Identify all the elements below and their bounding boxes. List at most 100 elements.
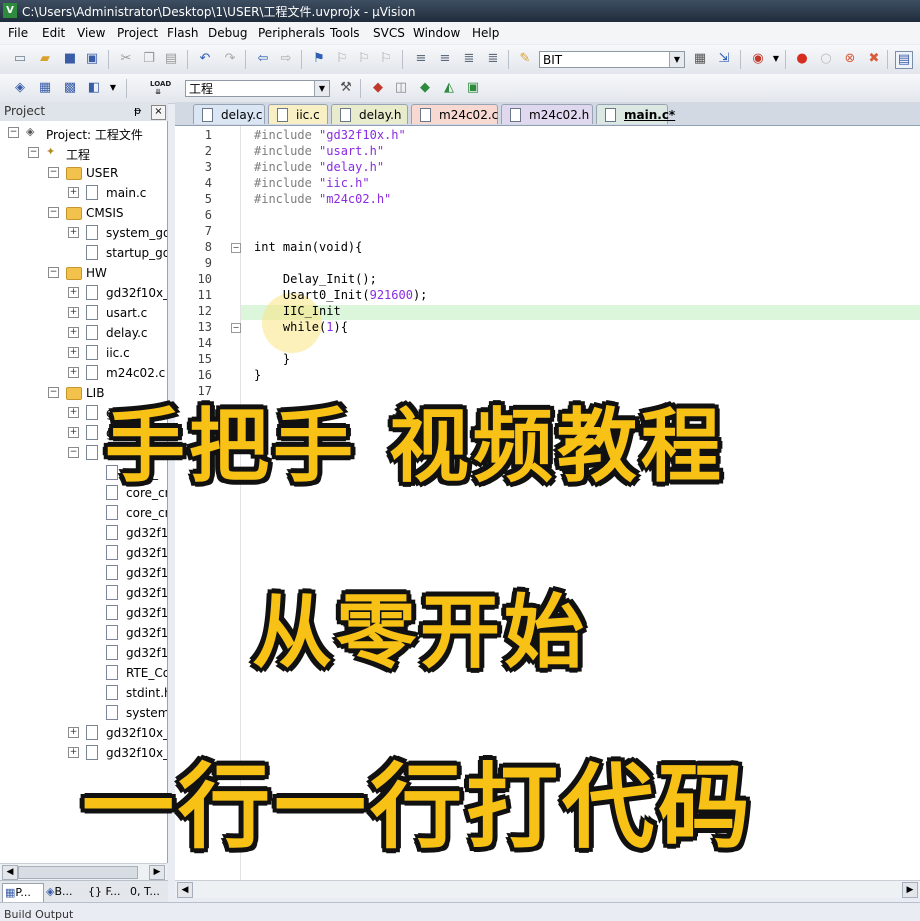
chevron-down-icon[interactable]: ▼ [669, 52, 684, 67]
editor-tab[interactable]: main.c* [596, 104, 675, 124]
expand-icon[interactable]: + [68, 727, 79, 738]
tree-item[interactable]: + gd32f10x_it [0, 283, 167, 303]
menu-svcs[interactable]: SVCS [373, 26, 405, 40]
rebuild-icon[interactable]: ▩ [62, 80, 78, 96]
redo-icon[interactable]: ↷ [222, 51, 238, 67]
tree-item[interactable]: startup_gd3 [0, 243, 167, 263]
chevron-down-icon[interactable]: ▼ [314, 81, 329, 96]
translate-icon[interactable]: ◈ [12, 80, 28, 96]
tree-item[interactable]: + delay.c [0, 323, 167, 343]
expand-icon[interactable]: + [68, 427, 79, 438]
expand-icon[interactable]: + [68, 307, 79, 318]
scroll-right-icon[interactable]: ▶ [149, 865, 165, 880]
close-icon[interactable]: × [151, 105, 166, 120]
disable-breakpoint-icon[interactable]: ○ [818, 51, 834, 67]
editor-tab[interactable]: delay.c [193, 104, 265, 124]
select-packs-icon[interactable]: ◭ [441, 80, 457, 96]
file-extensions-icon[interactable]: ◫ [393, 80, 409, 96]
bookmark-icon[interactable]: ⚑ [311, 51, 327, 67]
incremental-find-icon[interactable]: ⇲ [716, 51, 732, 67]
tree-item[interactable]: − ◈ Project: 工程文件 [0, 123, 167, 143]
pack-installer-icon[interactable]: ◆ [417, 80, 433, 96]
tree-item[interactable]: + system_gd3 [0, 223, 167, 243]
chevron-down-icon[interactable]: ▼ [105, 80, 121, 96]
menu-project[interactable]: Project [117, 26, 158, 40]
chevron-down-icon[interactable]: ▼ [768, 51, 784, 67]
editor-hscrollbar[interactable]: ◀ ▶ [175, 880, 920, 898]
menu-window[interactable]: Window [413, 26, 460, 40]
menu-file[interactable]: File [8, 26, 28, 40]
menu-peripherals[interactable]: Peripherals [258, 26, 325, 40]
pin-icon[interactable]: ᵽ [134, 104, 141, 117]
tree-item[interactable]: gd32f10 [0, 643, 167, 663]
tree-item[interactable]: gd32f10 [0, 603, 167, 623]
expand-icon[interactable]: + [68, 327, 79, 338]
save-icon[interactable]: ■ [62, 51, 78, 67]
download-load-icon[interactable]: LOAD ⇊ [150, 80, 171, 96]
collapse-icon[interactable]: − [48, 267, 59, 278]
tree-item[interactable]: + m24c02.c [0, 363, 167, 383]
collapse-icon[interactable]: − [28, 147, 39, 158]
tab-functions[interactable]: {} F... [86, 883, 128, 901]
menu-debug[interactable]: Debug [208, 26, 247, 40]
expand-icon[interactable]: + [68, 407, 79, 418]
paste-icon[interactable]: ▤ [163, 51, 179, 67]
collapse-icon[interactable]: − [8, 127, 19, 138]
tree-item[interactable]: core_cr [0, 503, 167, 523]
editor-tab[interactable]: iic.c [268, 104, 328, 124]
editor-tab[interactable]: delay.h [331, 104, 408, 124]
fold-icon[interactable]: − [231, 243, 241, 253]
build-icon[interactable]: ▦ [37, 80, 53, 96]
cut-icon[interactable]: ✂ [118, 51, 134, 67]
find-in-files-icon[interactable]: ✎ [517, 51, 533, 67]
indent-icon[interactable]: ≡ [413, 51, 429, 67]
copy-icon[interactable]: ❐ [141, 51, 157, 67]
breakpoint-icon[interactable]: ● [794, 51, 810, 67]
tree-item[interactable]: gd32f10 [0, 543, 167, 563]
comment-icon[interactable]: ≣ [461, 51, 477, 67]
expand-icon[interactable]: + [68, 227, 79, 238]
editor-tab[interactable]: m24c02.c [411, 104, 498, 124]
collapse-icon[interactable]: − [68, 447, 79, 458]
menu-help[interactable]: Help [472, 26, 499, 40]
batch-build-icon[interactable]: ◧ [86, 80, 102, 96]
prev-bookmark-icon[interactable]: ⚐ [334, 51, 350, 67]
tab-templates[interactable]: 0, T... [128, 883, 168, 901]
menu-tools[interactable]: Tools [330, 26, 360, 40]
tab-books[interactable]: ◈B... [44, 883, 84, 901]
kill-all-breakpoints-icon[interactable]: ✖ [866, 51, 882, 67]
find-combo[interactable]: BIT ▼ [539, 51, 685, 68]
manage-components-icon[interactable]: ◆ [370, 80, 386, 96]
expand-icon[interactable]: + [68, 347, 79, 358]
clear-bookmarks-icon[interactable]: ⚐ [378, 51, 394, 67]
tree-item[interactable]: gd32f10 [0, 623, 167, 643]
tree-item[interactable]: RTE_Co [0, 663, 167, 683]
editor-tab[interactable]: m24c02.h [501, 104, 593, 124]
options-for-target-icon[interactable]: ⚒ [338, 80, 354, 96]
scroll-left-icon[interactable]: ◀ [2, 865, 18, 880]
new-file-icon[interactable]: ▭ [12, 51, 28, 67]
tree-item[interactable]: + main.c [0, 183, 167, 203]
menu-edit[interactable]: Edit [42, 26, 65, 40]
tree-item[interactable]: + usart.c [0, 303, 167, 323]
tree-item[interactable]: gd32f10 [0, 583, 167, 603]
undo-icon[interactable]: ↶ [197, 51, 213, 67]
scroll-left-icon[interactable]: ◀ [177, 882, 193, 898]
open-folder-icon[interactable]: ▰ [37, 51, 53, 67]
expand-icon[interactable]: + [68, 187, 79, 198]
collapse-icon[interactable]: − [48, 167, 59, 178]
tab-project[interactable]: ▦P... [2, 883, 44, 903]
menu-view[interactable]: View [77, 26, 105, 40]
debug-session-icon[interactable]: ◉ [750, 51, 766, 67]
tree-item[interactable]: stdint.h [0, 683, 167, 703]
save-all-icon[interactable]: ▣ [84, 51, 100, 67]
tree-item[interactable]: + iic.c [0, 343, 167, 363]
disable-all-breakpoints-icon[interactable]: ⊗ [842, 51, 858, 67]
navigate-forward-icon[interactable]: ⇨ [278, 51, 294, 67]
rte-icon[interactable]: ▣ [465, 80, 481, 96]
collapse-icon[interactable]: − [48, 207, 59, 218]
collapse-icon[interactable]: − [48, 387, 59, 398]
expand-icon[interactable]: + [68, 287, 79, 298]
expand-icon[interactable]: + [68, 367, 79, 378]
tree-item[interactable]: gd32f10 [0, 523, 167, 543]
